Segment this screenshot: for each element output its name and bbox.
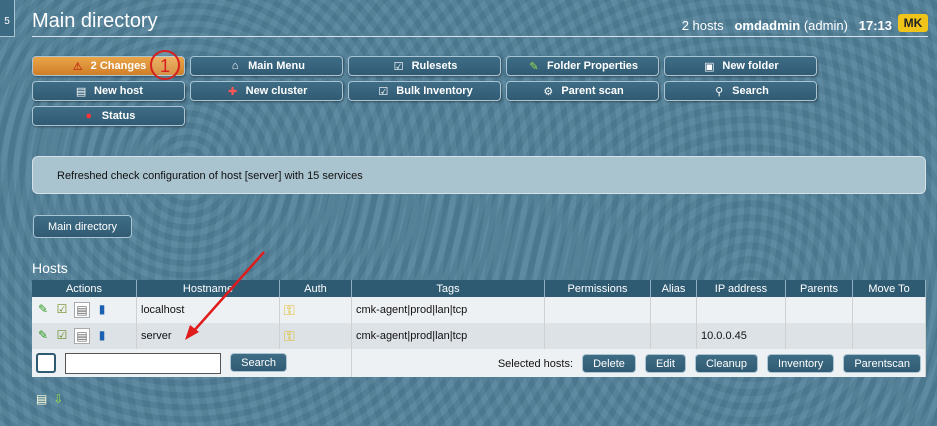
row-actions: ✎ ☑ ▤ ▮ bbox=[32, 297, 137, 323]
ip-cell: 10.0.0.45 bbox=[696, 323, 786, 349]
services-icon[interactable]: ☑ bbox=[55, 302, 69, 316]
table-footer: Search Selected hosts: Delete Edit Clean… bbox=[32, 349, 926, 377]
table-header: Actions Hostname Auth Tags Permissions A… bbox=[32, 280, 926, 297]
parent-scan-button[interactable]: ⚙ Parent scan bbox=[506, 81, 659, 101]
new-folder-button[interactable]: ▣ New folder bbox=[664, 56, 817, 76]
annotation-badge: 1 bbox=[150, 50, 180, 80]
page-title: Main directory bbox=[32, 10, 158, 32]
new-cluster-button[interactable]: ✚ New cluster bbox=[190, 81, 343, 101]
import-icon[interactable]: ⇩ bbox=[53, 392, 63, 406]
col-auth: Auth bbox=[279, 280, 352, 297]
key-icon: ⚿ bbox=[284, 301, 295, 318]
info-message: Refreshed check configuration of host [s… bbox=[32, 156, 926, 194]
pencil-icon: ✎ bbox=[529, 60, 539, 73]
cleanup-button[interactable]: Cleanup bbox=[694, 353, 758, 373]
alias-cell bbox=[650, 297, 697, 323]
mk-logo: MK bbox=[898, 14, 928, 32]
delete-icon[interactable]: ▮ bbox=[95, 302, 109, 316]
hosts-heading: Hosts bbox=[32, 260, 68, 276]
home-icon: ⌂ bbox=[231, 60, 239, 72]
tags-cell: cmk-agent|prod|lan|tcp bbox=[351, 297, 545, 323]
bulk-inventory-button[interactable]: ☑ Bulk Inventory bbox=[348, 81, 501, 101]
sidebar-toggle[interactable]: 5 bbox=[0, 0, 15, 37]
hostname-cell[interactable]: server bbox=[136, 323, 280, 349]
inventory-icon: ☑ bbox=[378, 85, 389, 98]
folder-properties-button[interactable]: ✎ Folder Properties bbox=[506, 56, 659, 76]
move-to-cell bbox=[852, 323, 926, 349]
page-header: Main directory 2 hosts omdadmin (admin) … bbox=[32, 8, 928, 37]
warning-icon: ⚠ bbox=[72, 60, 83, 73]
col-alias: Alias bbox=[650, 280, 697, 297]
edit-icon[interactable]: ✎ bbox=[36, 328, 50, 342]
new-host-icon: ▤ bbox=[75, 85, 87, 98]
edit-icon[interactable]: ✎ bbox=[36, 302, 50, 316]
services-icon[interactable]: ☑ bbox=[55, 328, 69, 342]
clone-icon[interactable]: ▤ bbox=[74, 328, 90, 344]
tags-cell: cmk-agent|prod|lan|tcp bbox=[351, 323, 545, 349]
user-role: (admin) bbox=[803, 18, 848, 33]
col-tags: Tags bbox=[351, 280, 545, 297]
table-row: ✎ ☑ ▤ ▮ localhost ⚿ cmk-agent|prod|lan|t… bbox=[32, 297, 926, 323]
col-parents: Parents bbox=[785, 280, 853, 297]
edit-button[interactable]: Edit bbox=[644, 353, 686, 373]
permissions-cell bbox=[544, 323, 651, 349]
hosts-table: Actions Hostname Auth Tags Permissions A… bbox=[32, 280, 926, 377]
row-actions: ✎ ☑ ▤ ▮ bbox=[32, 323, 137, 349]
hostname-cell[interactable]: localhost bbox=[136, 297, 280, 323]
select-all-checkbox[interactable] bbox=[36, 353, 56, 373]
move-to-cell bbox=[852, 297, 926, 323]
parents-cell bbox=[785, 297, 853, 323]
bottom-actions: ▤ ⇩ bbox=[36, 392, 63, 406]
col-actions: Actions bbox=[32, 280, 137, 297]
host-search-input[interactable] bbox=[65, 352, 222, 374]
parent-scan-icon: ⚙ bbox=[543, 85, 554, 98]
inventory-button[interactable]: Inventory bbox=[767, 353, 835, 373]
rulesets-button[interactable]: ☑ Rulesets bbox=[348, 56, 501, 76]
table-row: ✎ ☑ ▤ ▮ server ⚿ cmk-agent|prod|lan|tcp … bbox=[32, 323, 926, 349]
delete-button[interactable]: Delete bbox=[582, 353, 636, 373]
rulesets-icon: ☑ bbox=[393, 60, 404, 73]
alias-cell bbox=[650, 323, 697, 349]
header-status: 2 hosts omdadmin (admin) 17:13 bbox=[682, 18, 892, 33]
clone-icon[interactable]: ▤ bbox=[74, 302, 90, 318]
auth-cell: ⚿ bbox=[279, 323, 352, 349]
search-button[interactable]: ⚲ Search bbox=[664, 81, 817, 101]
clock-time: 17:13 bbox=[858, 18, 892, 33]
username: omdadmin bbox=[734, 18, 801, 33]
search-icon: ⚲ bbox=[715, 85, 724, 98]
status-button[interactable]: ● Status bbox=[32, 106, 185, 126]
new-host-button[interactable]: ▤ New host bbox=[32, 81, 185, 101]
col-permissions: Permissions bbox=[544, 280, 651, 297]
ip-cell bbox=[696, 297, 786, 323]
traffic-light-icon: ● bbox=[85, 110, 93, 122]
permissions-cell bbox=[544, 297, 651, 323]
parentscan-button[interactable]: Parentscan bbox=[843, 353, 921, 373]
footer-bulk-actions: Selected hosts: Delete Edit Cleanup Inve… bbox=[351, 349, 926, 377]
selected-hosts-label: Selected hosts: bbox=[497, 357, 574, 370]
new-host-small-icon[interactable]: ▤ bbox=[36, 392, 47, 406]
footer-search-area: Search bbox=[32, 349, 352, 377]
main-menu-button[interactable]: ⌂ Main Menu bbox=[190, 56, 343, 76]
hosts-count: 2 hosts bbox=[681, 18, 724, 33]
delete-icon[interactable]: ▮ bbox=[95, 328, 109, 342]
col-ip: IP address bbox=[696, 280, 786, 297]
new-cluster-icon: ✚ bbox=[228, 85, 238, 98]
new-folder-icon: ▣ bbox=[704, 60, 715, 73]
parents-cell bbox=[785, 323, 853, 349]
breadcrumb-main-directory[interactable]: Main directory bbox=[33, 215, 132, 238]
key-icon: ⚿ bbox=[284, 327, 295, 344]
col-hostname[interactable]: Hostname bbox=[136, 280, 280, 297]
host-search-button[interactable]: Search bbox=[230, 352, 287, 372]
auth-cell: ⚿ bbox=[279, 297, 352, 323]
col-move-to: Move To bbox=[852, 280, 926, 297]
